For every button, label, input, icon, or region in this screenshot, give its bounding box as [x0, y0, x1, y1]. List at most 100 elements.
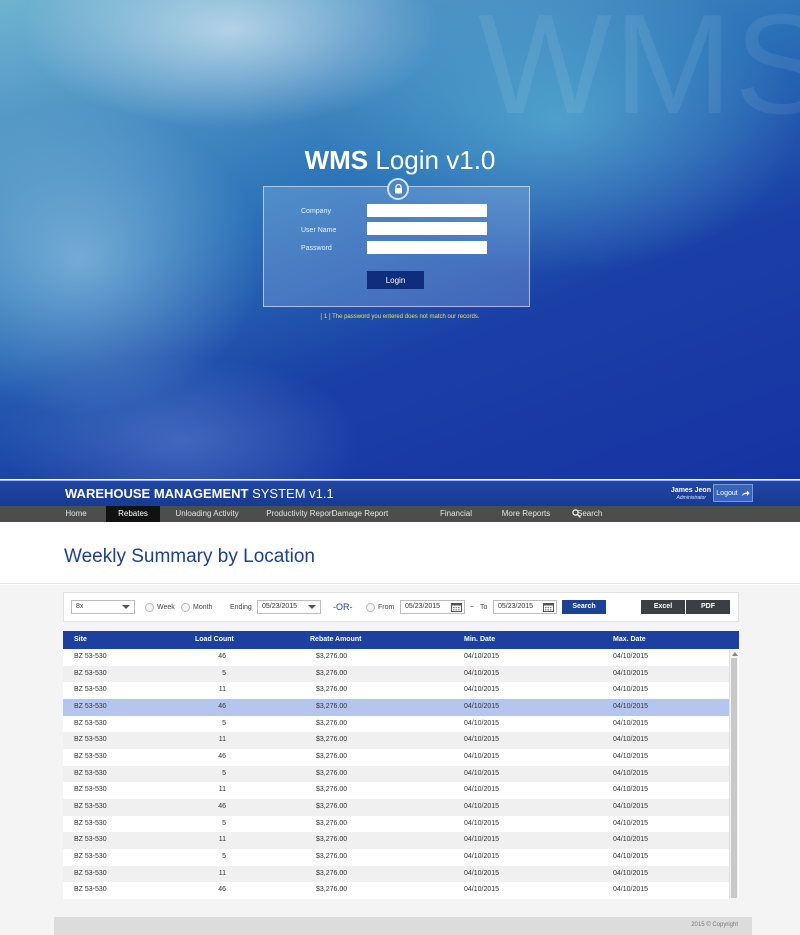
company-input[interactable] — [367, 204, 487, 217]
cell-rebate-amount: $3,276.00 — [316, 686, 348, 694]
cell-max-date: 04/10/2015 — [613, 653, 649, 660]
cell-max-date: 04/10/2015 — [613, 869, 649, 877]
column-header-site[interactable]: Site — [74, 631, 87, 649]
scroll-up-arrow-icon[interactable] — [732, 652, 738, 656]
cell-site: BZ 53-530 — [74, 719, 107, 727]
cell-load-count: 11 — [218, 736, 226, 744]
from-label: From — [378, 604, 395, 611]
login-title-light: Login v1.0 — [375, 145, 496, 175]
cell-max-date: 04/10/2015 — [613, 736, 649, 744]
pdf-export-button[interactable]: PDF — [686, 600, 730, 614]
footer: 2015 © Copyright — [54, 917, 752, 935]
cell-max-date: 04/10/2015 — [613, 819, 649, 827]
chevron-down-icon — [122, 605, 130, 609]
cell-min-date: 04/10/2015 — [464, 736, 500, 744]
cell-load-count: 5 — [222, 819, 226, 827]
cell-site: BZ 53-530 — [74, 752, 107, 760]
table-row[interactable]: BZ 53-530 46 $3,276.00 04/10/2015 04/10/2015 — [63, 749, 729, 766]
cell-min-date: 04/10/2015 — [464, 653, 500, 660]
table-scrollbar[interactable] — [729, 650, 738, 899]
username-input[interactable] — [367, 222, 487, 235]
cell-site: BZ 53-530 — [74, 786, 107, 794]
cell-load-count: 46 — [218, 886, 226, 894]
table-row[interactable]: BZ 53-530 5 $3,276.00 04/10/2015 04/10/2015 — [63, 665, 729, 683]
cell-site: BZ 53-530 — [74, 819, 107, 827]
location-select[interactable]: 8x — [71, 600, 135, 614]
main-nav: Home Rebates Unloading Activity Producti… — [0, 506, 800, 522]
cell-load-count: 46 — [218, 702, 226, 710]
table-row[interactable]: BZ 53-530 11 $3,276.00 04/10/2015 04/10/2015 — [63, 732, 729, 749]
table-row[interactable]: BZ 53-530 11 $3,276.00 04/10/2015 04/10/2015 — [63, 865, 729, 883]
nav-item-more-reports[interactable]: More Reports — [496, 506, 556, 522]
search-button[interactable]: Search — [562, 600, 606, 614]
ending-label: Ending — [230, 604, 252, 611]
password-input[interactable] — [367, 241, 487, 254]
from-date-input[interactable]: 05/23/2015 — [400, 600, 465, 614]
cell-rebate-amount: $3,276.00 — [316, 752, 348, 760]
cell-rebate-amount: $3,276.00 — [316, 819, 348, 827]
cell-min-date: 04/10/2015 — [464, 752, 500, 760]
calendar-icon[interactable] — [451, 602, 462, 612]
cell-load-count: 46 — [218, 752, 226, 760]
date-range-radio[interactable] — [366, 603, 375, 612]
lock-icon — [387, 178, 409, 200]
month-radio[interactable] — [181, 603, 190, 612]
cell-rebate-amount: $3,276.00 — [316, 886, 348, 894]
column-header-min-date[interactable]: Min. Date — [464, 631, 495, 649]
table-row[interactable]: BZ 53-530 46 $3,276.00 04/10/2015 04/10/2015 — [63, 798, 729, 816]
nav-item-unloading-activity[interactable]: Unloading Activity — [166, 506, 248, 522]
ending-date-select[interactable]: 05/23/2015 — [257, 600, 321, 614]
logout-label: Logout — [716, 489, 738, 497]
cell-site: BZ 53-530 — [74, 669, 107, 677]
week-radio[interactable] — [145, 603, 154, 612]
scrollbar-thumb[interactable] — [731, 658, 737, 898]
cell-load-count: 11 — [218, 686, 226, 694]
nav-item-home[interactable]: Home — [56, 506, 96, 522]
range-tilde: ~ — [470, 604, 475, 611]
app-title-light: SYSTEM v1.1 — [252, 486, 334, 501]
or-separator: -OR- — [333, 602, 353, 612]
week-label: Week — [157, 604, 175, 611]
column-header-rebate-amount[interactable]: Rebate Amount — [310, 631, 361, 649]
table-row[interactable]: BZ 53-530 5 $3,276.00 04/10/2015 04/10/2015 — [63, 765, 729, 783]
cell-max-date: 04/10/2015 — [613, 786, 649, 794]
login-hero: WMS WMS Login v1.0 Company User Name Pas… — [0, 0, 800, 479]
to-date-value: 05/23/2015 — [498, 603, 534, 610]
table-row[interactable]: BZ 53-530 11 $3,276.00 04/10/2015 04/10/2015 — [63, 832, 729, 849]
cell-rebate-amount: $3,276.00 — [316, 669, 348, 677]
calendar-icon[interactable] — [543, 602, 554, 612]
nav-item-search[interactable]: Search — [570, 506, 602, 522]
table-row[interactable]: BZ 53-530 5 $3,276.00 04/10/2015 04/10/2015 — [63, 849, 729, 866]
app-header: WAREHOUSE MANAGEMENT SYSTEM v1.1 James J… — [0, 480, 800, 506]
cell-rebate-amount: $3,276.00 — [316, 869, 348, 877]
table-row[interactable]: BZ 53-530 46 $3,276.00 04/10/2015 04/10/2015 — [63, 698, 729, 716]
nav-item-financial[interactable]: Financial — [432, 506, 480, 522]
cell-site: BZ 53-530 — [74, 702, 107, 710]
column-header-load-count[interactable]: Load Count — [195, 631, 234, 649]
table-row[interactable]: BZ 53-530 46 $3,276.00 04/10/2015 04/10/2015 — [63, 882, 729, 899]
wms-watermark: WMS — [478, 0, 800, 144]
cell-max-date: 04/10/2015 — [613, 769, 649, 777]
cell-min-date: 04/10/2015 — [464, 886, 500, 894]
cell-site: BZ 53-530 — [74, 869, 107, 877]
table-row[interactable]: BZ 53-530 5 $3,276.00 04/10/2015 04/10/2015 — [63, 816, 729, 833]
nav-item-rebates[interactable]: Rebates — [106, 506, 160, 522]
nav-item-damage-report[interactable]: Damage Report — [324, 506, 396, 522]
table-row[interactable]: BZ 53-530 5 $3,276.00 04/10/2015 04/10/2015 — [63, 716, 729, 733]
month-label: Month — [193, 604, 213, 611]
column-header-max-date[interactable]: Max. Date — [613, 631, 646, 649]
to-date-input[interactable]: 05/23/2015 — [493, 600, 557, 614]
table-row[interactable]: BZ 53-530 11 $3,276.00 04/10/2015 04/10/2015 — [63, 782, 729, 799]
logout-button[interactable]: Logout — [713, 484, 753, 502]
password-label: Password — [301, 245, 332, 252]
ending-date-value: 05/23/2015 — [262, 603, 298, 610]
cell-min-date: 04/10/2015 — [464, 686, 500, 694]
title-band: Weekly Summary by Location — [0, 522, 800, 584]
cell-max-date: 04/10/2015 — [613, 669, 649, 677]
login-button[interactable]: Login — [367, 271, 424, 289]
cell-rebate-amount: $3,276.00 — [316, 719, 348, 727]
table-row[interactable]: BZ 53-530 11 $3,276.00 04/10/2015 04/10/2015 — [63, 682, 729, 699]
table-row[interactable]: BZ 53-530 46 $3,276.00 04/10/2015 04/10/2015 — [63, 649, 729, 666]
cell-max-date: 04/10/2015 — [613, 836, 649, 844]
excel-export-button[interactable]: Excel — [641, 600, 685, 614]
